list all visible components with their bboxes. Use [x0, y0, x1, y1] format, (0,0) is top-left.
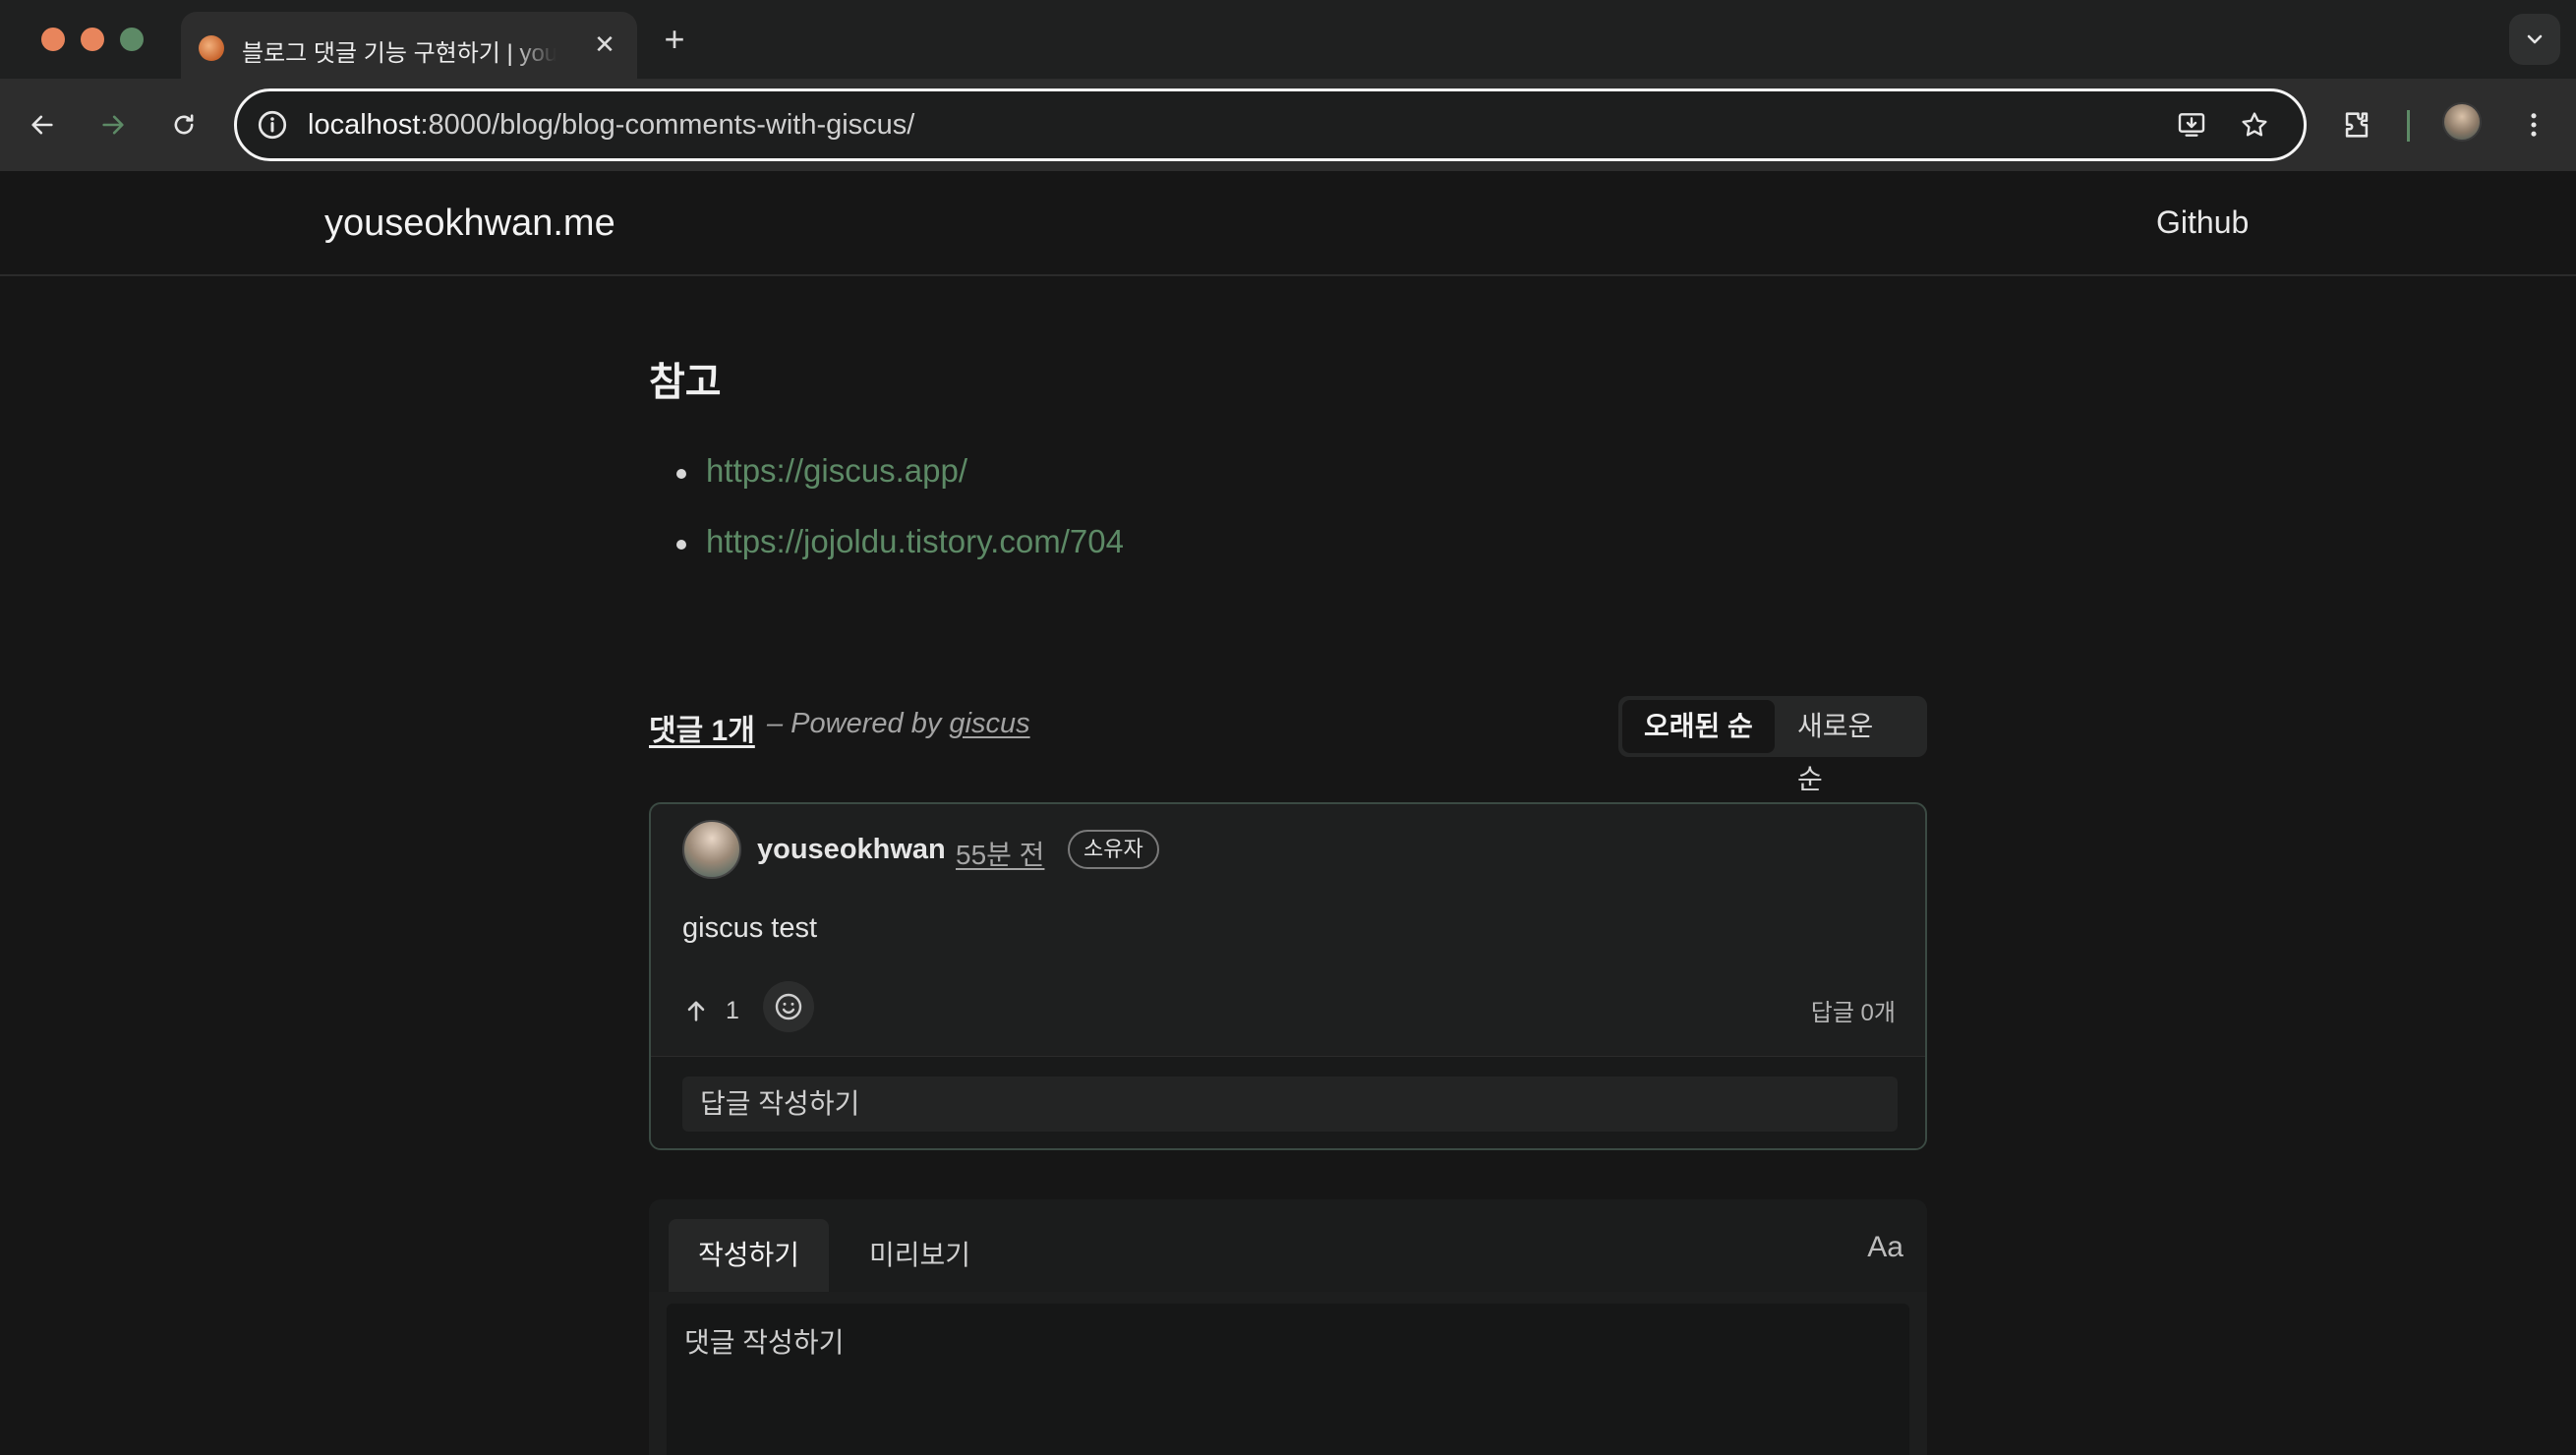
- tab-preview[interactable]: 미리보기: [840, 1219, 1000, 1292]
- install-app-icon[interactable]: [2170, 103, 2213, 146]
- sort-newest-button[interactable]: 새로운 순: [1776, 700, 1927, 794]
- references-heading: 참고: [649, 361, 722, 404]
- url-text[interactable]: localhost:8000/blog/blog-comments-with-g…: [308, 109, 914, 142]
- address-bar[interactable]: localhost:8000/blog/blog-comments-with-g…: [234, 88, 2307, 161]
- tab-close-icon[interactable]: ✕: [590, 29, 619, 59]
- text-format-toggle[interactable]: Aa: [1867, 1231, 1903, 1264]
- new-tab-icon[interactable]: +: [655, 20, 694, 59]
- powered-by-text: – Powered by giscus: [767, 708, 1030, 740]
- profile-avatar[interactable]: [2442, 102, 2482, 142]
- powered-by-prefix: – Powered by: [767, 708, 950, 739]
- kebab-menu-icon[interactable]: [2509, 100, 2558, 149]
- reply-area: [651, 1056, 1925, 1148]
- editor-tabs: 작성하기 미리보기 Aa: [649, 1199, 1927, 1292]
- comment-count-link[interactable]: 댓글 1개: [649, 706, 755, 749]
- browser-tab-bar: 블로그 댓글 기능 구현하기 | youseokhwan.me ✕ +: [0, 0, 2576, 79]
- sort-oldest-button[interactable]: 오래된 순: [1622, 700, 1775, 753]
- tab-search-button[interactable]: [2509, 14, 2560, 65]
- forward-button[interactable]: [88, 100, 138, 149]
- owner-badge: 소유자: [1068, 830, 1159, 869]
- comment-body: giscus test: [682, 912, 817, 944]
- tab-write[interactable]: 작성하기: [669, 1219, 830, 1292]
- star-icon[interactable]: [2233, 103, 2276, 146]
- nav-github-link[interactable]: Github: [2156, 204, 2249, 241]
- site-logo[interactable]: youseokhwan.me: [324, 203, 615, 245]
- reference-link-tistory[interactable]: https://jojoldu.tistory.com/704: [706, 523, 1124, 559]
- back-button[interactable]: [18, 100, 67, 149]
- info-icon[interactable]: [255, 107, 290, 143]
- chevron-down-icon: [2527, 34, 2543, 44]
- list-item: https://giscus.app/: [649, 452, 1124, 523]
- comment-editor: 작성하기 미리보기 Aa: [649, 1199, 1927, 1455]
- giscus-link[interactable]: giscus: [949, 708, 1029, 739]
- arrow-right-icon: [102, 115, 124, 135]
- window-minimize-button[interactable]: [81, 28, 104, 51]
- sort-toggle: 오래된 순 새로운 순: [1618, 696, 1927, 794]
- reload-icon: [174, 114, 194, 135]
- url-path: :8000/blog/blog-comments-with-giscus/: [420, 109, 915, 141]
- comment-textarea[interactable]: [667, 1304, 1909, 1455]
- peach-favicon-icon: [199, 35, 224, 61]
- puzzle-icon[interactable]: [2332, 100, 2381, 149]
- window-close-button[interactable]: [41, 28, 65, 51]
- browser-tab-active[interactable]: 블로그 댓글 기능 구현하기 | youseokhwan.me ✕: [181, 12, 637, 79]
- arrow-left-icon: [31, 115, 53, 135]
- toolbar-divider: [2407, 110, 2410, 142]
- upvote-count: 1: [726, 997, 739, 1024]
- references-list: https://giscus.app/ https://jojoldu.tist…: [649, 452, 1124, 594]
- comment-time[interactable]: 55분 전: [956, 834, 1044, 873]
- url-host: localhost: [308, 109, 421, 141]
- smiley-icon: [775, 993, 802, 1020]
- browser-toolbar: localhost:8000/blog/blog-comments-with-g…: [0, 79, 2576, 171]
- site-header: youseokhwan.me Github: [0, 171, 2576, 276]
- tab-title: 블로그 댓글 기능 구현하기 | youseokhwan.me: [242, 40, 556, 67]
- reload-button[interactable]: [159, 100, 208, 149]
- avatar[interactable]: [682, 820, 741, 879]
- window-maximize-button[interactable]: [120, 28, 144, 51]
- reply-count: 답글 0개: [1810, 1000, 1896, 1026]
- comment-author[interactable]: youseokhwan: [757, 834, 946, 866]
- add-reaction-button[interactable]: [763, 981, 814, 1032]
- reference-link-giscus[interactable]: https://giscus.app/: [706, 452, 967, 489]
- comment-card: youseokhwan 55분 전 소유자 giscus test 1 답글 0…: [649, 802, 1927, 1150]
- reply-input[interactable]: [682, 1077, 1898, 1132]
- arrow-up-icon: [687, 1001, 705, 1021]
- list-item: https://jojoldu.tistory.com/704: [649, 523, 1124, 594]
